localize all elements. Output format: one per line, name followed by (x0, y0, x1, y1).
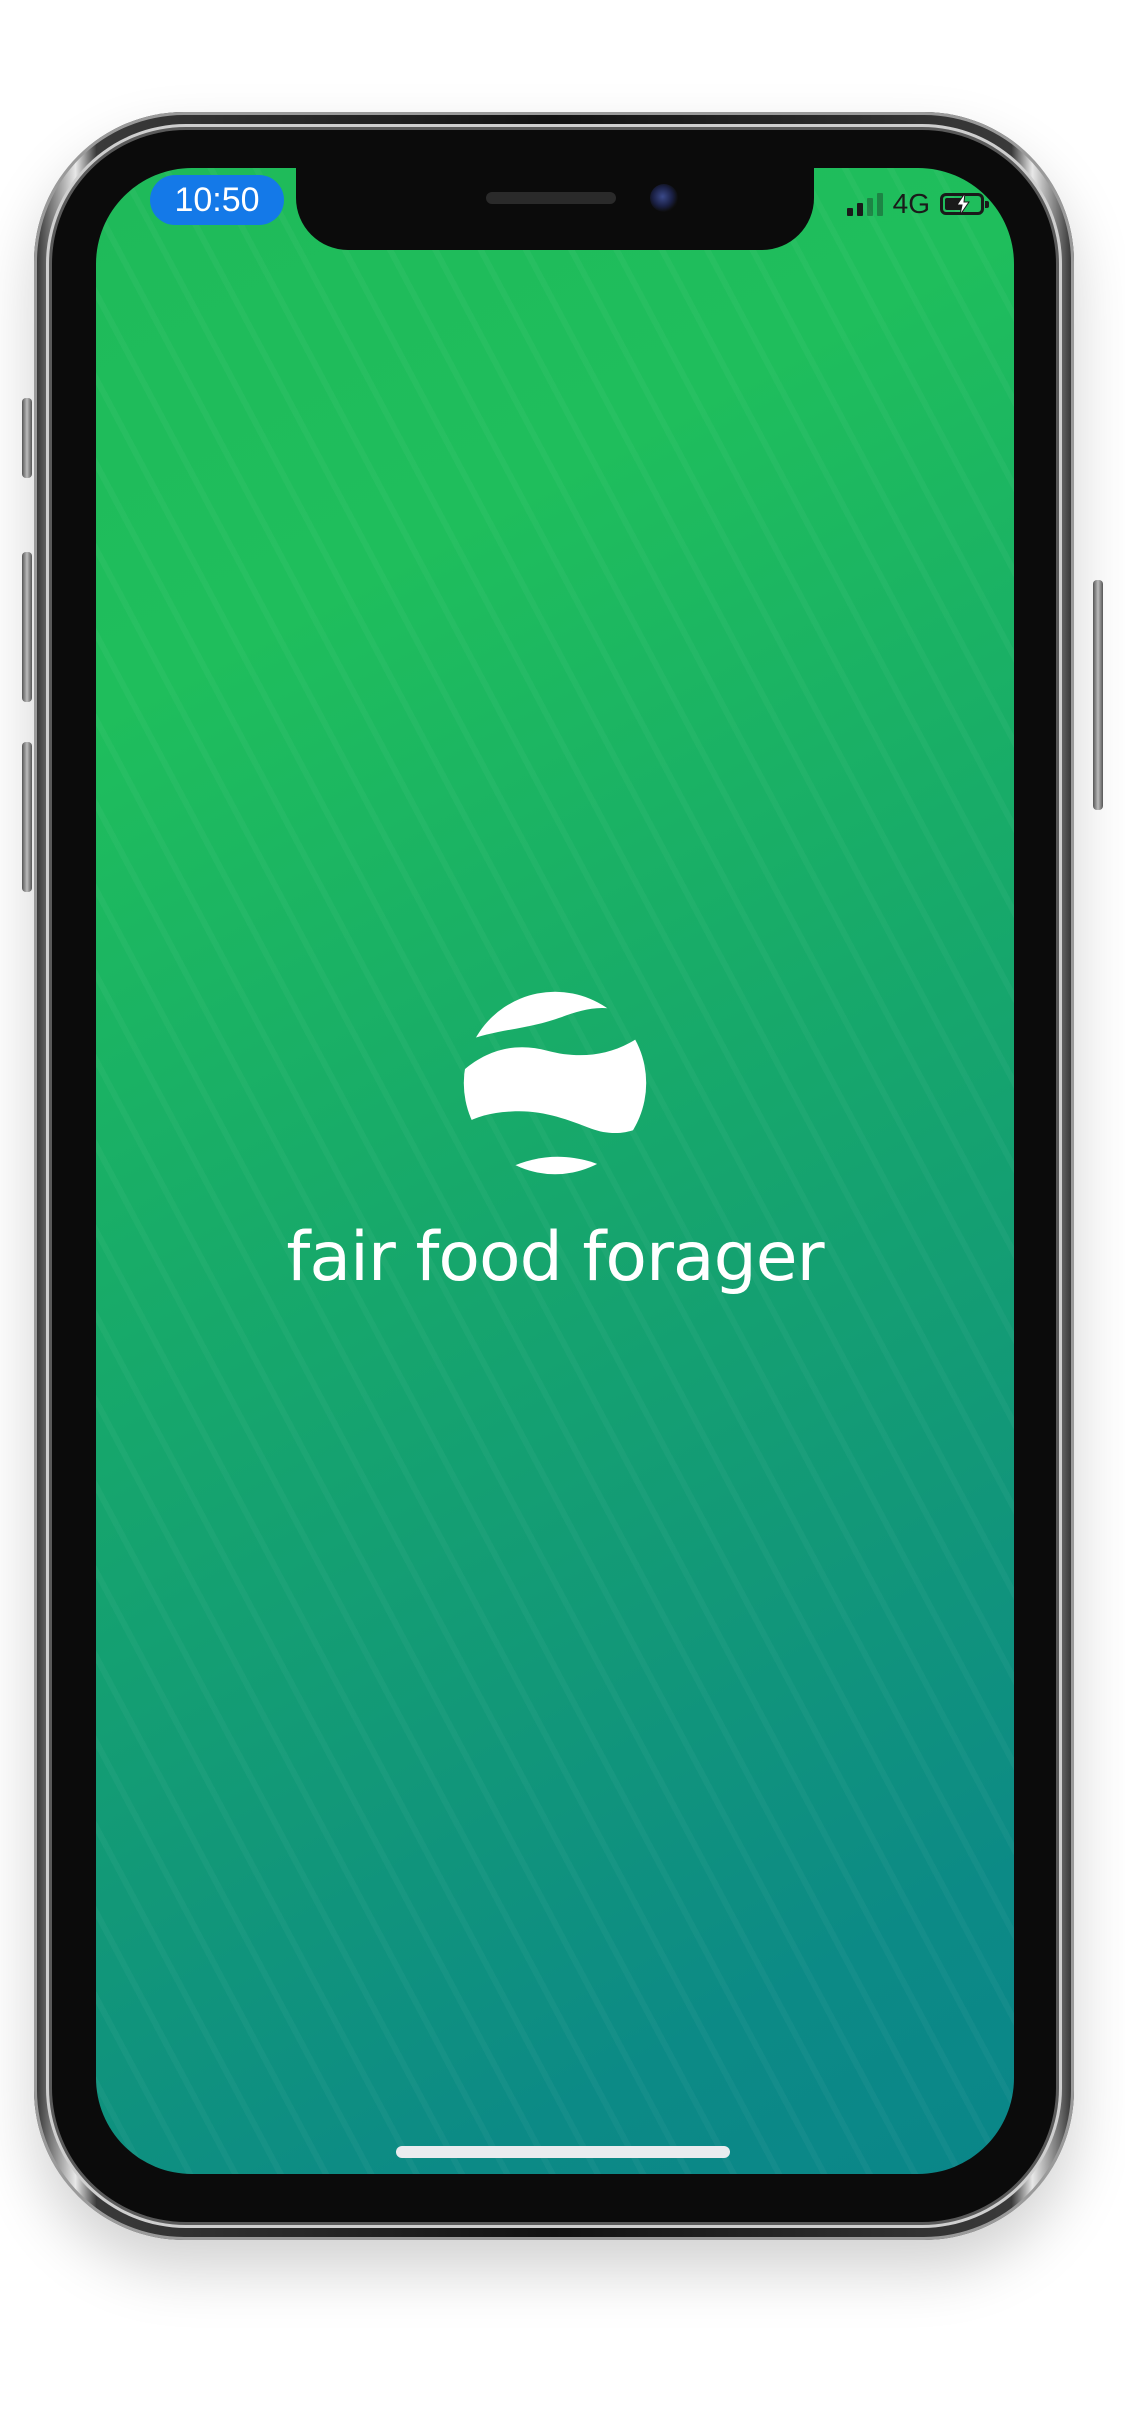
earpiece-speaker (486, 192, 616, 204)
status-time[interactable]: 10:50 (150, 175, 284, 225)
front-camera (650, 184, 678, 212)
power-button (1093, 580, 1103, 810)
volume-down-button (22, 742, 32, 892)
notch (296, 168, 814, 250)
status-indicators: 4G (846, 186, 989, 222)
battery-icon (940, 193, 989, 215)
device-mockup-stage: 10:50 4G fair food forager (0, 0, 1125, 2436)
splash-content: fair food forager (96, 988, 1014, 1298)
charging-bolt-icon (956, 193, 970, 215)
cellular-signal-icon (846, 192, 883, 216)
brand-name: fair food forager (286, 1218, 824, 1297)
wave-globe-icon (463, 991, 647, 1175)
network-type: 4G (892, 188, 930, 219)
app-screen: 10:50 4G fair food forager (96, 168, 1014, 2174)
silent-switch (22, 398, 32, 478)
home-indicator[interactable] (396, 2146, 730, 2158)
volume-up-button (22, 552, 32, 702)
